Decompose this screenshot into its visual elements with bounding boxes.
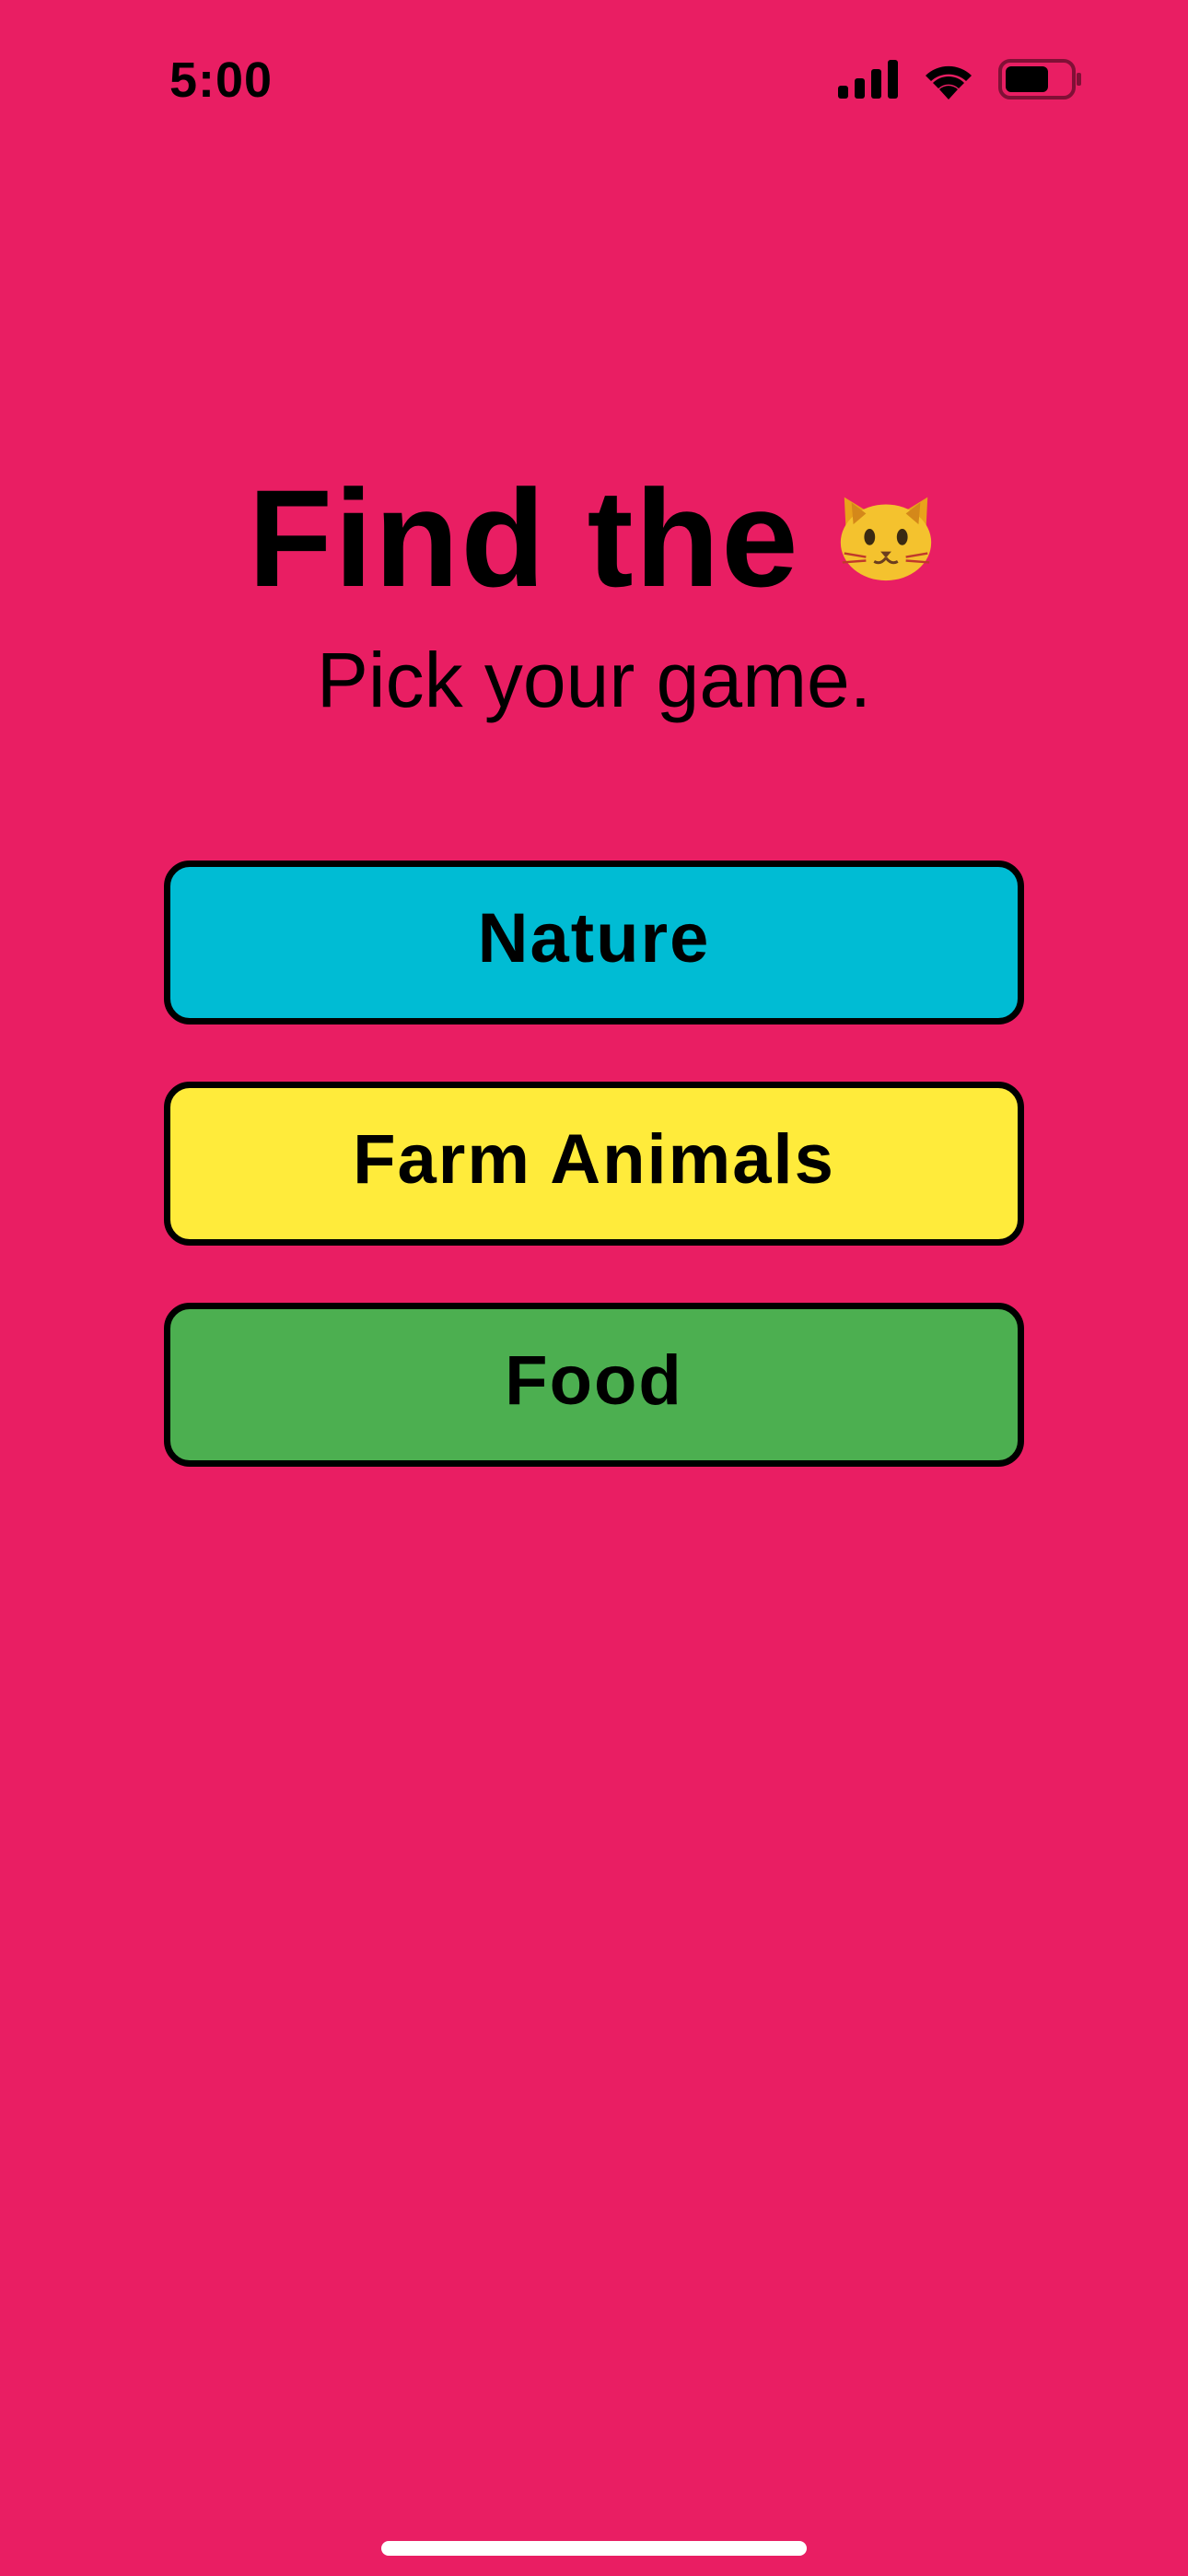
title-row: Find the xyxy=(0,459,1188,590)
page-subtitle: Pick your game. xyxy=(316,639,872,723)
game-list: Nature Farm Animals Food xyxy=(164,861,1024,1467)
title-area: Find the xyxy=(0,442,1188,590)
page-title: Find the xyxy=(248,461,800,590)
game-picker-screen: 5:00 Find the Pick your game. Nature Far… xyxy=(0,0,1188,2576)
subtitle-area: Pick your game. xyxy=(0,639,1188,732)
status-time: 5:00 xyxy=(169,53,274,108)
game-button-food[interactable]: Food xyxy=(164,1303,1024,1467)
game-button-nature[interactable]: Nature xyxy=(164,861,1024,1025)
game-button-farm-animals[interactable]: Farm Animals xyxy=(164,1082,1024,1246)
battery-icon xyxy=(998,59,1081,100)
wifi-icon xyxy=(926,65,972,100)
cat-face-icon xyxy=(832,477,940,590)
cellular-signal-icon xyxy=(838,60,898,99)
status-icons xyxy=(838,57,1083,101)
home-indicator[interactable] xyxy=(381,2541,807,2556)
